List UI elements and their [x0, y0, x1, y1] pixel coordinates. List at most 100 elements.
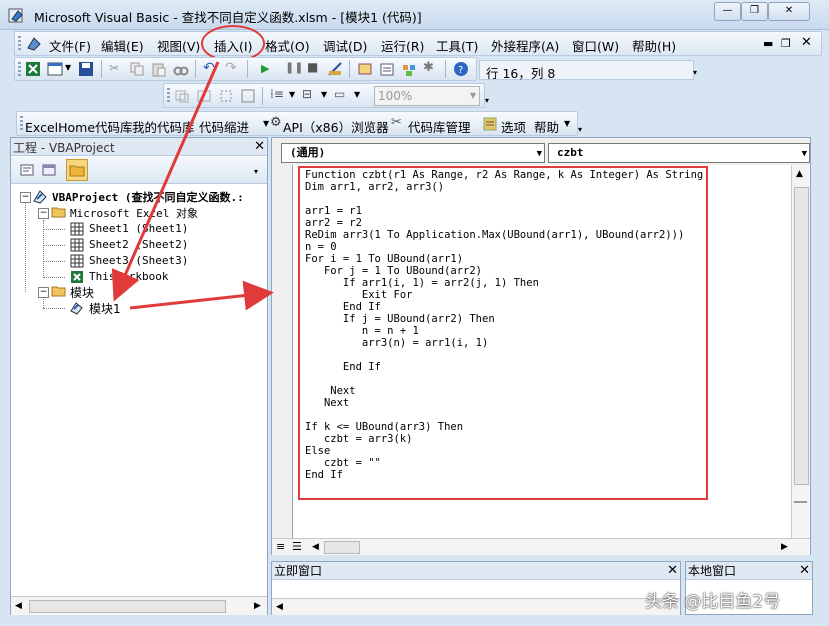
toolbar-grip[interactable] — [18, 36, 21, 52]
save-icon[interactable] — [78, 61, 94, 77]
tree-sheet2[interactable]: Sheet2 (Sheet2) — [89, 238, 188, 251]
toolbox-icon[interactable]: ✱ — [423, 60, 434, 75]
api-browser-button[interactable]: API（x86）浏览器 — [283, 117, 389, 136]
close-button[interactable]: ✕ — [768, 2, 810, 21]
scroll-right-icon[interactable]: ▶ — [254, 601, 261, 611]
tree-thisworkbook[interactable]: ThisWorkbook — [89, 270, 168, 283]
options-button[interactable]: 选项 — [501, 117, 526, 136]
comment-block-icon[interactable]: ▭ — [334, 87, 345, 101]
project-explorer-icon[interactable] — [357, 61, 373, 77]
toolbar-grip[interactable] — [167, 88, 170, 104]
menu-edit[interactable]: 编辑(E) — [101, 36, 144, 55]
object-combo[interactable]: (通用) ▼ — [281, 143, 545, 163]
zoom-combo[interactable]: 100% ▼ — [374, 86, 480, 106]
param-info-icon[interactable] — [218, 88, 234, 104]
complete-word-icon[interactable] — [240, 88, 256, 104]
scroll-thumb[interactable] — [324, 541, 360, 554]
toolbar-overflow-icon[interactable]: ▾ — [693, 68, 697, 77]
scroll-thumb[interactable] — [29, 600, 226, 613]
excel-view-icon[interactable] — [25, 61, 41, 77]
my-codelib-button[interactable]: 我的代码库 — [132, 117, 195, 136]
code-text[interactable]: Function czbt(r1 As Range, r2 As Range, … — [305, 169, 703, 481]
properties-icon[interactable] — [379, 61, 395, 77]
procedure-combo[interactable]: czbt ▼ — [548, 143, 810, 163]
menu-window[interactable]: 窗口(W) — [572, 36, 619, 55]
outdent-icon[interactable]: ⊟ — [302, 87, 312, 101]
scroll-left-icon[interactable]: ◀ — [276, 602, 283, 612]
menu-addins[interactable]: 外接程序(A) — [491, 36, 559, 55]
collapse-modules-toggle[interactable]: − — [38, 287, 49, 298]
mdi-restore-button[interactable]: ❐ — [781, 37, 791, 50]
tree-vbaproject[interactable]: VBAProject (查找不同自定义函数.: — [52, 189, 244, 205]
toolbar-grip[interactable] — [20, 116, 23, 132]
code-vscrollbar[interactable]: ▲ — [791, 165, 810, 540]
help-icon[interactable]: ? — [453, 61, 469, 77]
collapse-project-toggle[interactable]: − — [20, 192, 31, 203]
eh-help-button[interactable]: 帮助 — [534, 117, 559, 136]
close-icon[interactable]: ✕ — [254, 139, 265, 154]
menu-file[interactable]: 文件(F) — [49, 36, 91, 55]
code-hscrollbar[interactable]: ≡ ☰ ◀ ▶ — [272, 538, 810, 555]
view-code-icon[interactable] — [19, 162, 35, 178]
paste-icon[interactable] — [151, 61, 167, 77]
toolbar-overflow-icon[interactable]: ▾ — [578, 125, 582, 134]
stop-icon[interactable]: ■ — [307, 60, 318, 74]
tree-module1[interactable]: 模块1 — [89, 300, 121, 317]
mdi-minimize-button[interactable]: ▬ — [763, 37, 773, 50]
scroll-left-icon[interactable]: ◀ — [312, 542, 319, 552]
immediate-hscrollbar[interactable]: ◀ — [272, 598, 680, 615]
indent-icon[interactable]: ⁞≡ — [270, 87, 284, 101]
toolbar-overflow-icon[interactable]: ▾ — [485, 96, 489, 105]
scroll-left-icon[interactable]: ◀ — [15, 601, 22, 611]
quick-info-icon[interactable] — [196, 88, 212, 104]
scroll-thumb[interactable] — [794, 187, 809, 485]
object-browser-icon[interactable] — [401, 61, 417, 77]
code-indent-button[interactable]: 代码缩进 — [199, 117, 249, 136]
menu-help[interactable]: 帮助(H) — [632, 36, 676, 55]
chevron-down-icon[interactable]: ▼ — [354, 90, 360, 99]
pause-icon[interactable]: ❚❚ — [285, 61, 303, 74]
copy-icon[interactable] — [129, 61, 145, 77]
mdi-close-button[interactable]: ✕ — [801, 35, 812, 50]
procedure-view-icon[interactable]: ≡ — [276, 540, 285, 553]
undo-icon[interactable]: ↶ — [203, 60, 215, 76]
toggle-folders-button[interactable] — [66, 159, 88, 181]
design-mode-icon[interactable] — [327, 61, 343, 77]
scroll-up-icon[interactable]: ▲ — [796, 169, 803, 179]
menu-view[interactable]: 视图(V) — [157, 36, 200, 55]
restore-button[interactable]: ❐ — [741, 2, 768, 21]
minimize-button[interactable]: — — [714, 2, 741, 21]
immediate-window[interactable]: 立即窗口 ✕ ◀ — [271, 561, 681, 615]
redo-icon[interactable]: ↷ — [225, 60, 237, 76]
collapse-excel-objects-toggle[interactable]: − — [38, 208, 49, 219]
code-editor[interactable]: Function czbt(r1 As Range, r2 As Range, … — [292, 165, 792, 540]
menu-format[interactable]: 格式(O) — [265, 36, 310, 55]
scroll-right-icon[interactable]: ▶ — [781, 542, 788, 552]
close-icon[interactable]: ✕ — [667, 563, 678, 578]
chevron-down-icon[interactable]: ▼ — [564, 119, 570, 128]
tree-sheet1[interactable]: Sheet1 (Sheet1) — [89, 222, 188, 235]
insert-userform-icon[interactable] — [47, 61, 63, 77]
full-module-view-icon[interactable]: ☰ — [292, 540, 302, 553]
view-object-icon[interactable] — [41, 162, 57, 178]
menu-tools[interactable]: 工具(T) — [436, 36, 478, 55]
menu-debug[interactable]: 调试(D) — [323, 36, 367, 55]
module-icon — [70, 302, 83, 315]
chevron-down-icon[interactable]: ▼ — [321, 90, 327, 99]
tree-sheet3[interactable]: Sheet3 (Sheet3) — [89, 254, 188, 267]
list-members-icon[interactable] — [174, 88, 190, 104]
excelhome-codelib-button[interactable]: ExcelHome代码库 — [25, 117, 133, 136]
menu-run[interactable]: 运行(R) — [381, 36, 424, 55]
toolbar-grip[interactable] — [18, 62, 21, 78]
codelib-manage-button[interactable]: 代码库管理 — [408, 117, 471, 136]
tree-excel-objects[interactable]: Microsoft Excel 对象 — [70, 205, 198, 221]
cut-icon[interactable]: ✂ — [109, 61, 119, 75]
project-hscrollbar[interactable]: ◀ ▶ — [11, 596, 267, 615]
find-icon[interactable] — [173, 61, 189, 77]
chevron-down-icon[interactable]: ▼ — [289, 90, 295, 99]
chevron-down-icon[interactable]: ▼ — [263, 119, 269, 128]
run-icon[interactable]: ▶ — [261, 62, 269, 75]
close-icon[interactable]: ✕ — [799, 563, 810, 578]
chevron-down-icon[interactable]: ▼ — [65, 63, 71, 72]
toolbar-overflow-icon[interactable]: ▾ — [254, 167, 258, 176]
